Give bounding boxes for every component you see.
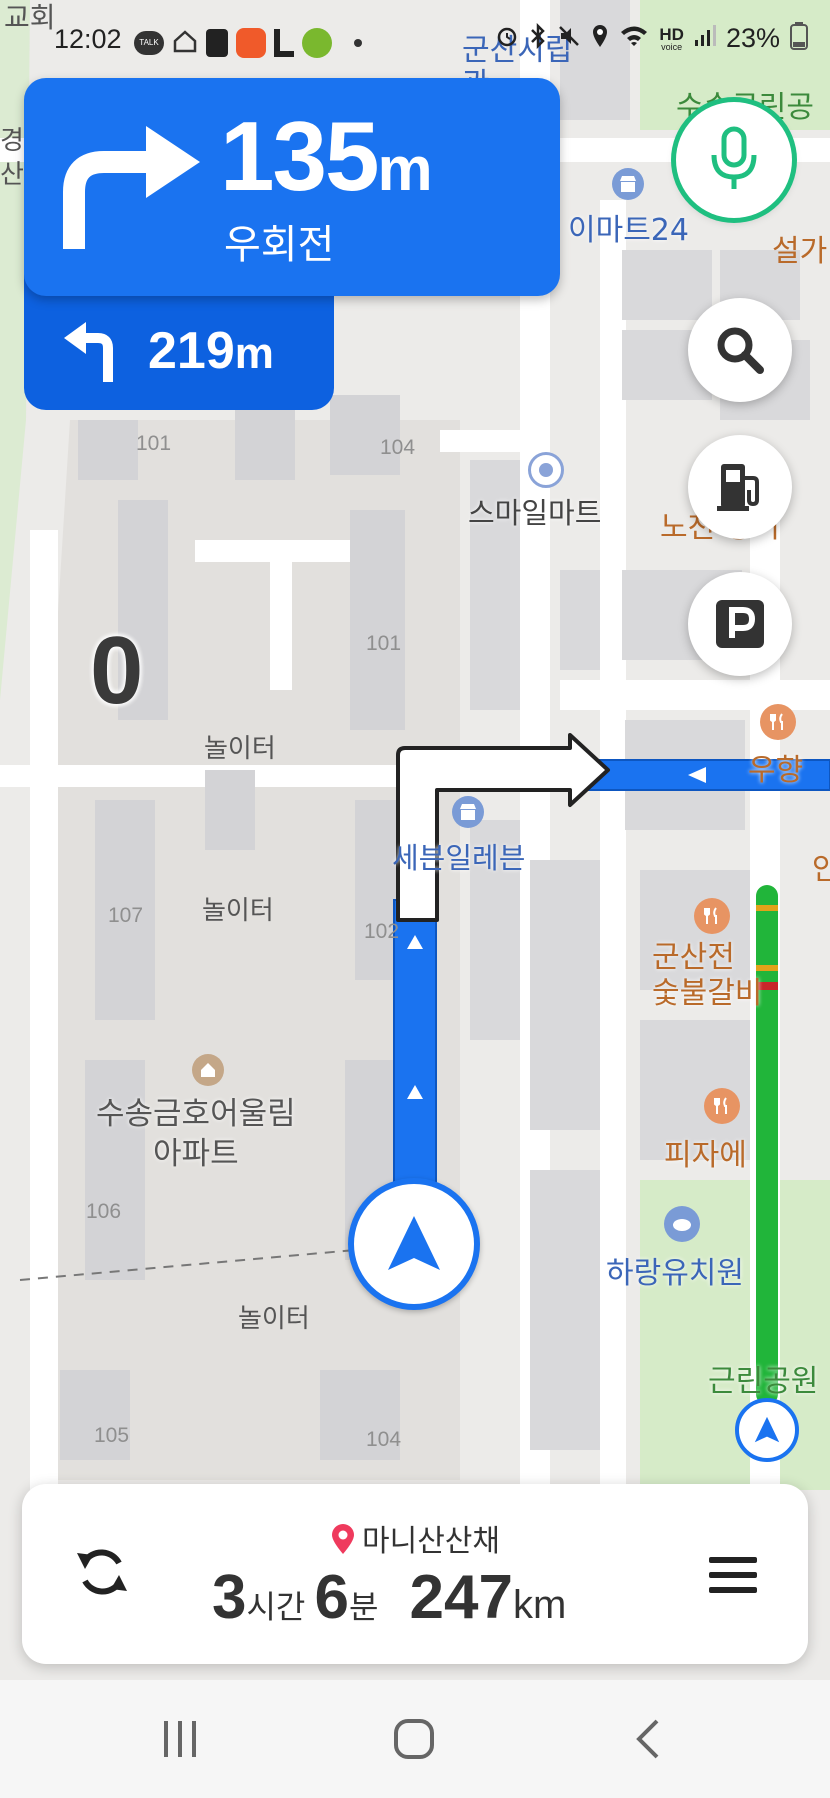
location-icon	[591, 23, 609, 54]
eta-hours-label: 시간	[246, 1588, 306, 1626]
playground-label: 놀이터	[202, 896, 274, 926]
search-button[interactable]	[688, 298, 792, 402]
destination-pin-icon	[332, 1524, 354, 1554]
restaurant-icon[interactable]	[760, 704, 796, 740]
restaurant-icon[interactable]	[694, 898, 730, 934]
system-navigation-bar	[0, 1680, 830, 1798]
turn-left-arrow-icon	[64, 322, 113, 382]
poi-label-smile-mart[interactable]: 스마일마트	[468, 490, 601, 532]
playground-label: 놀이터	[238, 1304, 310, 1334]
system-icons: HD voice 23%	[495, 22, 808, 55]
seolga-label: 설가	[772, 234, 828, 269]
status-bar: 12:02 TALK HD voice 23%	[0, 0, 830, 80]
building-number: 104	[380, 436, 416, 459]
eta-minutes-label: 분	[348, 1588, 379, 1626]
navigation-arrow-icon	[754, 1416, 780, 1443]
wifi-icon	[619, 24, 649, 53]
current-location-marker[interactable]	[348, 1178, 480, 1310]
battery-percent: 23%	[725, 23, 780, 53]
home-button[interactable]	[384, 1710, 444, 1768]
signal-icon	[694, 25, 716, 52]
poi-label-woohyang[interactable]: 우향	[748, 745, 803, 789]
clock: 12:02	[54, 24, 122, 54]
eta-hours: 3	[212, 1563, 247, 1632]
home-circle-icon	[394, 1719, 434, 1759]
playground-label: 놀이터	[204, 734, 276, 764]
poi-label-emart24[interactable]: 이마트24	[568, 205, 689, 249]
destination-name: 마니산산채	[362, 1524, 500, 1559]
l-app-icon	[274, 29, 294, 57]
hd-voice-icon: HD voice	[659, 24, 684, 52]
gas-station-icon	[717, 464, 759, 511]
trip-summary: 3시간 6분 247km	[212, 1562, 566, 1633]
building-number: 106	[86, 1200, 122, 1223]
poi-label-harang-kindergarten[interactable]: 하랑유치원	[606, 1248, 744, 1292]
location-dot-icon	[528, 452, 564, 488]
turn-right-arrow-icon	[63, 126, 200, 249]
gas-station-button[interactable]	[688, 435, 792, 539]
home-icon	[172, 29, 198, 57]
band-icon	[206, 29, 228, 57]
dot-icon	[354, 39, 362, 47]
remaining-distance-unit: km	[512, 1583, 567, 1627]
apartment-name-label[interactable]: 수송금호어울림 아파트	[96, 1094, 296, 1174]
recent-apps-button[interactable]	[150, 1710, 210, 1768]
remaining-distance: 247	[409, 1563, 513, 1632]
back-icon	[636, 1719, 659, 1759]
store-icon[interactable]	[612, 168, 644, 200]
an-label: 안	[812, 852, 830, 887]
restaurant-icon[interactable]	[704, 1088, 740, 1124]
menu-button[interactable]	[700, 1542, 766, 1608]
recent-apps-icon	[164, 1721, 196, 1757]
parking-icon	[716, 600, 764, 648]
building-number: 107	[108, 904, 144, 927]
building-number: 101	[366, 632, 402, 655]
camera-app-icon	[236, 28, 266, 58]
parking-button[interactable]	[688, 572, 792, 676]
school-icon[interactable]	[664, 1206, 700, 1242]
green-app-icon	[302, 28, 332, 58]
next-turn-distance: 219m	[148, 322, 274, 380]
turn-direction-label: 우회전	[224, 222, 335, 268]
hamburger-menu-icon	[709, 1557, 757, 1593]
notification-icons: TALK	[134, 28, 362, 58]
voice-search-button[interactable]	[676, 102, 792, 218]
battery-icon	[790, 22, 808, 55]
poi-label-pizza[interactable]: 피자에	[664, 1130, 747, 1174]
progress-location-marker	[735, 1398, 799, 1462]
trip-info-panel[interactable]: 마니산산채 3시간 6분 247km	[22, 1484, 808, 1664]
bluetooth-icon	[529, 22, 547, 54]
mute-icon	[557, 24, 581, 53]
search-icon	[717, 327, 764, 374]
building-number: 102	[364, 920, 400, 943]
turn-distance: 135m	[220, 101, 433, 211]
eta-minutes: 6	[314, 1563, 349, 1632]
building-number: 101	[136, 432, 172, 455]
left-edge-label: 경 산	[0, 126, 24, 190]
store-icon[interactable]	[452, 796, 484, 828]
current-speed: 0	[90, 617, 144, 724]
poi-label-seven-eleven[interactable]: 세븐일레븐	[392, 835, 525, 877]
poi-label-gunsan-galbi[interactable]: 군산전 숯불갈비	[652, 940, 762, 1012]
talk-icon: TALK	[134, 31, 164, 55]
back-button[interactable]	[618, 1710, 678, 1768]
apartment-icon	[192, 1054, 224, 1086]
turn-guidance-banner[interactable]: 135m 우회전	[24, 78, 560, 296]
building-number: 104	[366, 1428, 402, 1451]
navigation-arrow-icon	[388, 1216, 440, 1270]
poi-label-park[interactable]: 근린공원	[708, 1356, 818, 1400]
destination[interactable]: 마니산산채	[22, 1516, 808, 1560]
alarm-icon	[495, 24, 519, 53]
microphone-icon	[711, 126, 757, 189]
building-number: 105	[94, 1424, 130, 1447]
